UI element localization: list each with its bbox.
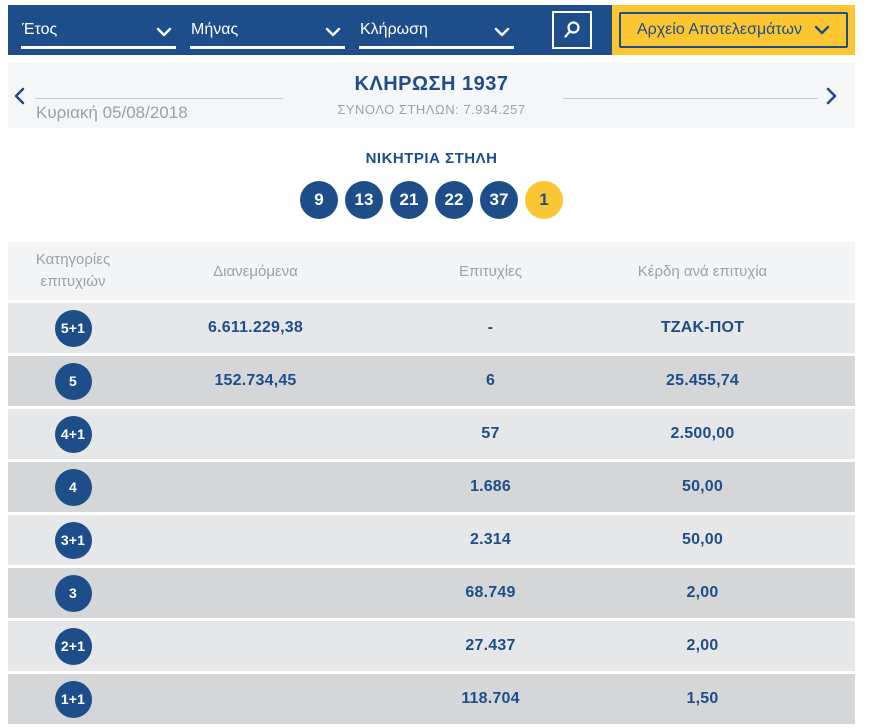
category-badge: 3+1 [54,521,92,559]
winning-numbers: 9 13 21 22 37 1 [8,181,855,219]
category-badge: 2+1 [54,627,92,665]
divider-line [563,98,818,99]
distributed-cell: 6.611.229,38 [208,319,303,336]
category-cell: 3 [8,574,138,612]
payout-cell: 50,00 [681,478,724,495]
header-winners: Επιτυχίες [459,262,522,280]
category-badge: 4 [54,468,92,506]
winning-column-title: ΝΙΚΗΤΡΙΑ ΣΤΗΛΗ [365,150,498,167]
draw-title: ΚΛΗΡΩΣΗ 1937 [354,73,509,95]
month-dropdown[interactable]: Μήνας [190,21,345,49]
winning-number: 37 [489,190,509,209]
chevron-down-icon [814,25,830,35]
winning-number: 13 [354,190,374,209]
winning-number: 9 [314,190,324,209]
category-badge: 5+1 [54,309,92,347]
magnifier-icon [564,21,580,38]
filter-bar-blue-section: Έτος Μήνας Κλήρωση [8,5,612,55]
winners-cell: 118.704 [461,690,520,707]
category-badge: 5 [54,362,92,400]
winning-number-ball: 22 [435,181,473,219]
payout-cell: 50,00 [681,531,724,548]
winners-cell: - [487,319,494,336]
archive-results-label: Αρχείο Αποτελεσμάτων [637,21,802,38]
table-body: 5+1 6.611.229,38 - ΤΖΑΚ-ΠΟΤ 5 152.734,45… [8,303,855,724]
bonus-number: 1 [539,190,549,209]
winners-cell: 6 [485,372,496,389]
winners-cell: 1.686 [469,478,512,495]
winning-number-ball: 13 [345,181,383,219]
chevron-right-icon [826,87,837,105]
payout-cell: 2,00 [686,637,719,654]
category-cell: 1+1 [8,680,138,718]
winning-number-ball: 21 [390,181,428,219]
results-table: Κατηγορίες επιτυχιών Διανεμόμενα Επιτυχί… [8,242,855,724]
chevron-down-icon [325,27,341,36]
table-row: 4 1.686 50,00 [8,462,855,512]
chevron-down-icon [156,27,172,36]
category-cell: 3+1 [8,521,138,559]
winning-number-ball: 9 [300,181,338,219]
category-cell: 4+1 [8,415,138,453]
header-distributed: Διανεμόμενα [213,262,298,280]
winning-column-section: ΝΙΚΗΤΡΙΑ ΣΤΗΛΗ 9 13 21 22 37 1 [8,150,855,219]
category-cell: 5+1 [8,309,138,347]
draw-dropdown[interactable]: Κλήρωση [359,21,514,49]
filter-bar-yellow-section: Αρχείο Αποτελεσμάτων [612,5,855,55]
payout-cell: 1,50 [686,690,719,707]
table-row: 4+1 57 2.500,00 [8,409,855,459]
month-dropdown-label: Μήνας [191,21,239,38]
payout-cell: 2,00 [686,584,719,601]
bonus-number-ball: 1 [525,181,563,219]
winners-cell: 2.314 [469,531,512,548]
payout-cell: 2.500,00 [670,425,735,442]
draw-header: ΚΛΗΡΩΣΗ 1937 ΣΥΝΟΛΟ ΣΤΗΛΩΝ: 7.934.257 [8,73,855,117]
filter-bar: Έτος Μήνας Κλήρωση Αρχείο Αποτελεσμάτων [8,5,855,55]
distributed-cell: 152.734,45 [214,372,297,389]
header-payout: Κέρδη ανά επιτυχία [637,262,768,280]
table-row: 5+1 6.611.229,38 - ΤΖΑΚ-ΠΟΤ [8,303,855,353]
winners-cell: 27.437 [465,637,516,654]
category-cell: 2+1 [8,627,138,665]
table-row: 1+1 118.704 1,50 [8,674,855,724]
table-row: 5 152.734,45 6 25.455,74 [8,356,855,406]
table-row: 2+1 27.437 2,00 [8,621,855,671]
winners-cell: 57 [481,425,500,442]
payout-cell: 25.455,74 [666,372,739,389]
winning-number: 21 [399,190,419,209]
header-categories: Κατηγορίες επιτυχιών [35,250,111,291]
category-badge: 4+1 [54,415,92,453]
winning-number-ball: 37 [480,181,518,219]
year-dropdown-label: Έτος [22,21,58,38]
total-columns-label: ΣΥΝΟΛΟ ΣΤΗΛΩΝ: 7.934.257 [337,102,526,117]
archive-results-button[interactable]: Αρχείο Αποτελεσμάτων [619,12,848,48]
category-badge: 1+1 [54,680,92,718]
winners-cell: 68.749 [465,584,516,601]
table-row: 3+1 2.314 50,00 [8,515,855,565]
table-row: 3 68.749 2,00 [8,568,855,618]
search-button[interactable] [552,11,592,49]
year-dropdown[interactable]: Έτος [21,21,176,49]
next-draw-button[interactable] [826,87,838,108]
category-badge: 3 [54,574,92,612]
draw-navigation: Κυριακή 05/08/2018 ΚΛΗΡΩΣΗ 1937 ΣΥΝΟΛΟ Σ… [8,62,855,128]
table-header-row: Κατηγορίες επιτυχιών Διανεμόμενα Επιτυχί… [8,242,855,300]
draw-dropdown-label: Κλήρωση [360,21,428,38]
chevron-down-icon [494,27,510,36]
category-cell: 5 [8,362,138,400]
winning-number: 22 [444,190,464,209]
payout-cell: ΤΖΑΚ-ΠΟΤ [660,319,745,336]
category-cell: 4 [8,468,138,506]
